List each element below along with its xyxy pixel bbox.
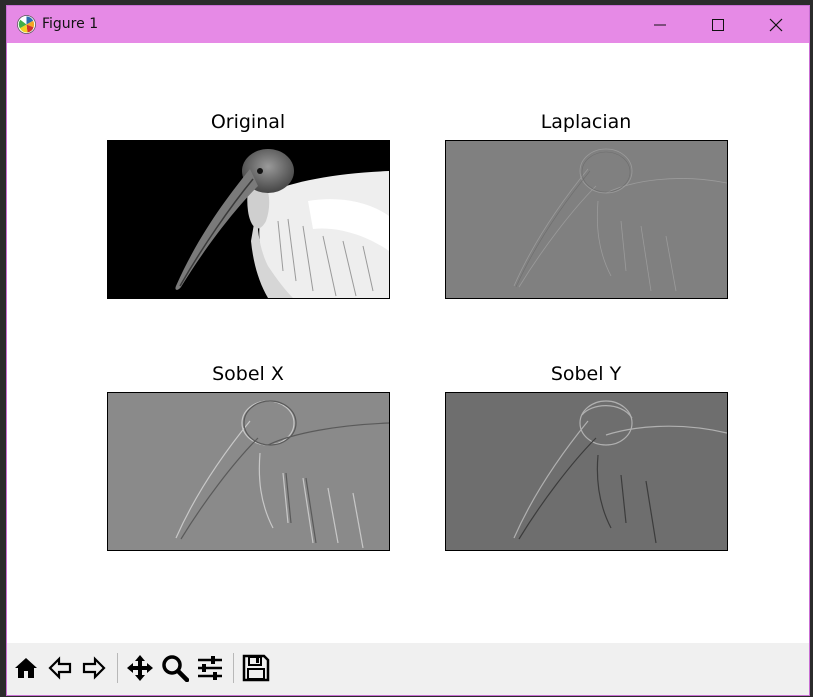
forward-arrow-icon — [82, 656, 106, 680]
zoom-button[interactable] — [159, 652, 191, 684]
pan-icon — [127, 655, 153, 681]
back-button[interactable] — [44, 652, 76, 684]
configure-subplots-button[interactable] — [194, 652, 226, 684]
subplot-image-sobel-y — [445, 392, 728, 551]
stork-photo-sobel-y — [513, 400, 727, 544]
back-arrow-icon — [48, 656, 72, 680]
subplot-title-laplacian: Laplacian — [540, 111, 632, 133]
close-icon — [769, 18, 783, 31]
close-button[interactable] — [747, 6, 805, 43]
toolbar-separator — [117, 653, 118, 683]
configure-subplots-icon — [198, 656, 222, 680]
maximize-icon — [712, 18, 724, 31]
home-button[interactable] — [10, 652, 42, 684]
subplot-title-original: Original — [210, 111, 286, 133]
minimize-icon — [654, 24, 666, 25]
forward-button[interactable] — [78, 652, 110, 684]
subplot-image-laplacian — [445, 140, 728, 299]
subplot-image-original — [107, 140, 390, 299]
subplot-image-sobel-x — [107, 392, 390, 551]
matplotlib-logo-icon — [17, 15, 36, 34]
stork-photo-laplacian — [513, 148, 727, 292]
figure-window: Figure 1 Original Laplacian Sobel X Sobe… — [7, 6, 809, 695]
save-icon — [242, 654, 270, 682]
home-icon — [15, 658, 37, 678]
figure-canvas[interactable]: Original Laplacian Sobel X Sobel Y — [7, 43, 809, 643]
navigation-toolbar — [7, 643, 809, 695]
zoom-icon — [162, 655, 189, 682]
maximize-button[interactable] — [689, 6, 747, 43]
save-button[interactable] — [240, 652, 272, 684]
stork-photo-original — [175, 149, 389, 298]
title-bar[interactable]: Figure 1 — [7, 6, 809, 43]
pan-button[interactable] — [124, 652, 156, 684]
minimize-button[interactable] — [631, 6, 689, 43]
subplot-title-sobel-x: Sobel X — [212, 363, 284, 385]
toolbar-separator — [233, 653, 234, 683]
subplot-title-sobel-y: Sobel Y — [550, 363, 622, 385]
window-title: Figure 1 — [42, 16, 99, 32]
stork-photo-sobel-x — [175, 400, 389, 549]
